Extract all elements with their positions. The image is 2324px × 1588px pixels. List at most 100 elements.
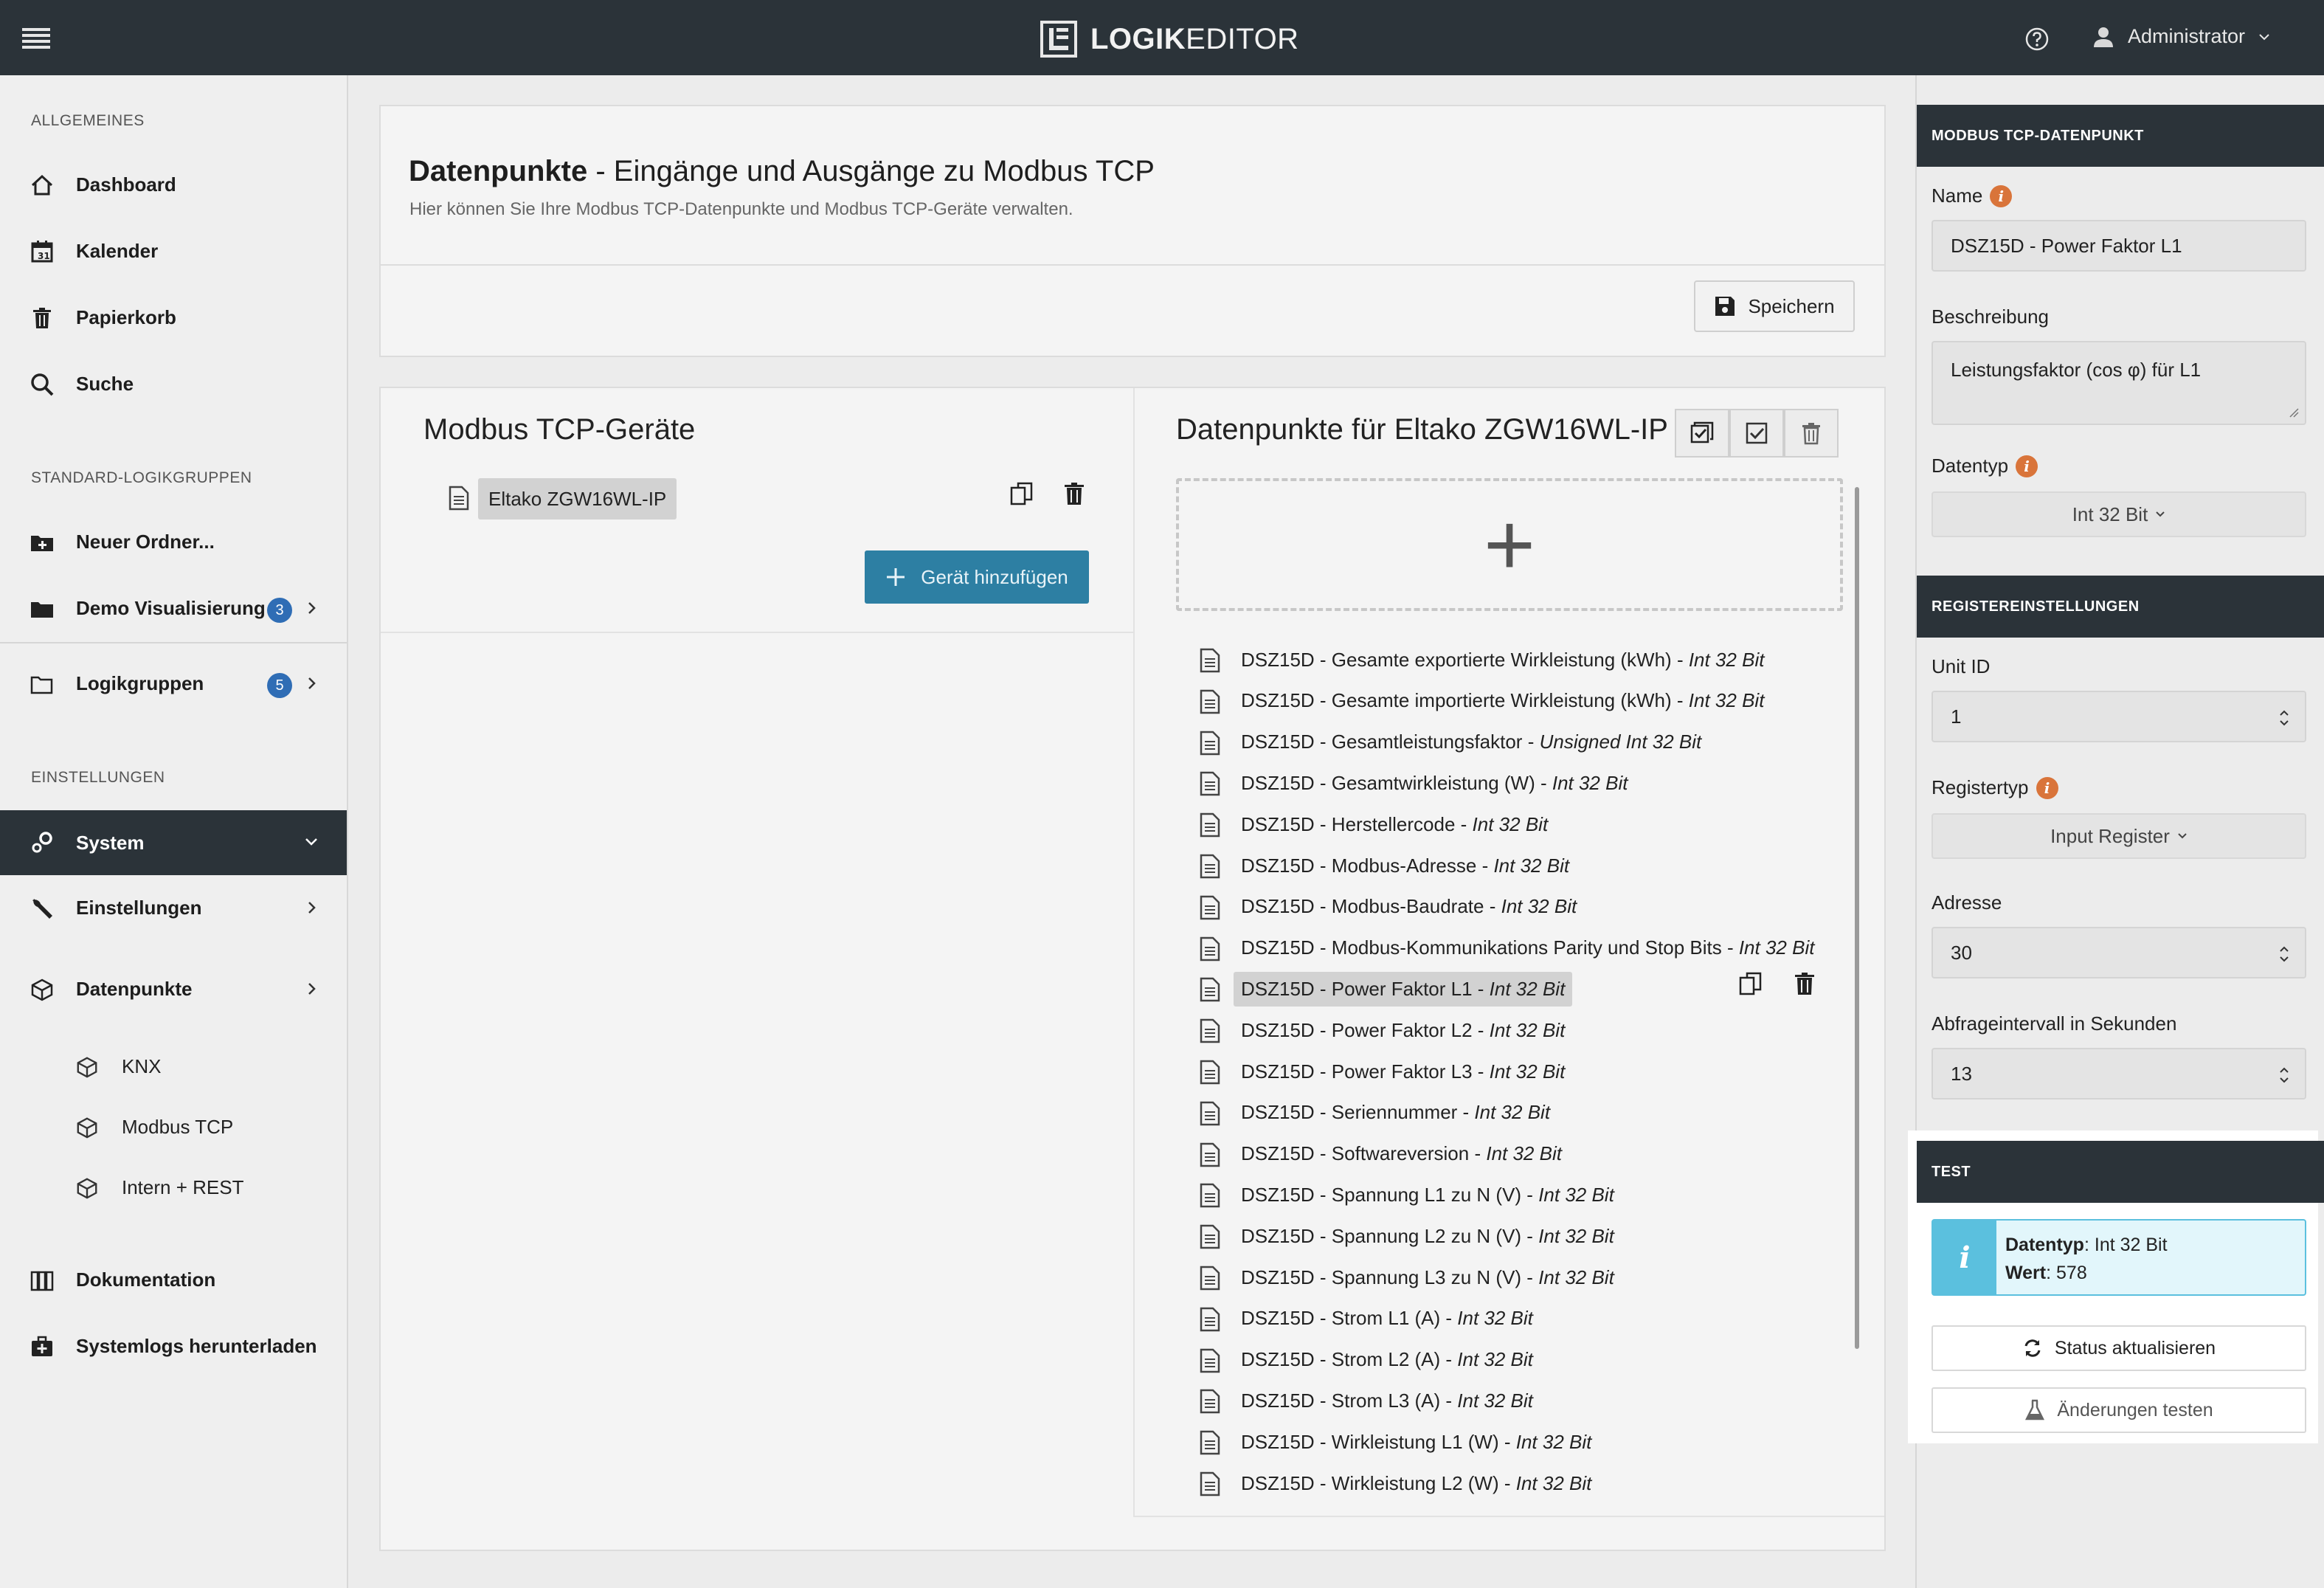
sidebar-item-einstellungen[interactable]: Einstellungen xyxy=(0,877,347,939)
datapoint-label: DSZ15D - Modbus-Adresse - Int 32 Bit xyxy=(1241,854,1570,877)
info-icon[interactable]: i xyxy=(2036,776,2058,799)
datatype-select[interactable]: Int 32 Bit xyxy=(1932,491,2306,537)
info-icon[interactable]: i xyxy=(2016,455,2038,477)
sidebar-item-papierkorb[interactable]: Papierkorb xyxy=(0,286,347,348)
sidebar-item-systemlogs[interactable]: Systemlogs herunterladen xyxy=(0,1315,347,1377)
save-button[interactable]: Speichern xyxy=(1694,280,1855,332)
scrollbar[interactable] xyxy=(1855,487,1859,1349)
datapoint-name: DSZ15D - Gesamtwirkleistung (W) xyxy=(1241,771,1535,794)
sidebar-item-label: Suche xyxy=(76,372,134,395)
add-datapoint-dropzone[interactable]: + xyxy=(1176,478,1843,611)
delete-icon[interactable] xyxy=(1062,481,1086,506)
delete-selected-button[interactable] xyxy=(1784,409,1839,458)
datapoint-type: Int 32 Bit xyxy=(1457,1348,1533,1371)
alert-type-label: Datentyp xyxy=(2005,1235,2084,1255)
sidebar-item-datenpunkte[interactable]: Datenpunkte xyxy=(0,958,347,1020)
device-item[interactable]: Eltako ZGW16WL-IP xyxy=(478,478,677,519)
user-menu[interactable]: Administrator xyxy=(2092,25,2270,48)
address-label: Adresse xyxy=(1932,891,2002,914)
datapoint-row[interactable]: DSZ15D - Wirkleistung L2 (W) - Int 32 Bi… xyxy=(1195,1463,1830,1504)
address-field[interactable]: 30 xyxy=(1932,927,2306,978)
medkit-icon xyxy=(32,1336,52,1356)
datapoint-row[interactable]: DSZ15D - Gesamte importierte Wirkleistun… xyxy=(1195,680,1830,722)
chevron-right-icon xyxy=(308,902,316,914)
sidebar-item-new-folder[interactable]: Neuer Ordner... xyxy=(0,511,347,573)
chevron-down-icon xyxy=(2259,33,2269,40)
name-field[interactable]: DSZ15D - Power Faktor L1 xyxy=(1932,220,2306,272)
datapoint-label: DSZ15D - Power Faktor L2 - Int 32 Bit xyxy=(1241,1018,1566,1041)
datapoint-label: DSZ15D - Spannung L3 zu N (V) - Int 32 B… xyxy=(1241,1266,1614,1288)
description-field[interactable]: Leistungsfaktor (cos φ) für L1 xyxy=(1932,341,2306,425)
datapoint-row[interactable]: DSZ15D - Strom L3 (A) - Int 32 Bit xyxy=(1195,1380,1830,1421)
datapoint-row[interactable]: DSZ15D - Seriennummer - Int 32 Bit xyxy=(1195,1092,1830,1133)
datapoint-row[interactable]: DSZ15D - Gesamtwirkleistung (W) - Int 32… xyxy=(1195,762,1830,804)
refresh-status-button[interactable]: Status aktualisieren xyxy=(1932,1325,2306,1371)
sidebar-subitem-intern-rest[interactable]: Intern + REST xyxy=(0,1161,347,1213)
test-changes-button[interactable]: Änderungen testen xyxy=(1932,1387,2306,1433)
svg-text:31: 31 xyxy=(38,251,50,261)
datapoint-name: DSZ15D - Spannung L3 zu N (V) xyxy=(1241,1266,1522,1288)
count-badge: 5 xyxy=(267,673,292,698)
datapoint-row[interactable]: DSZ15D - Modbus-Adresse - Int 32 Bit xyxy=(1195,845,1830,886)
copy-icon[interactable] xyxy=(1738,971,1763,996)
menu-icon[interactable] xyxy=(22,28,50,49)
interval-field[interactable]: 13 xyxy=(1932,1048,2306,1099)
add-device-button[interactable]: Gerät hinzufügen xyxy=(865,550,1089,604)
datapoint-name: DSZ15D - Wirkleistung L1 (W) xyxy=(1241,1430,1499,1453)
cube-icon xyxy=(77,1057,97,1078)
interval-value: 13 xyxy=(1951,1062,1972,1085)
sidebar-item-logikgruppen[interactable]: Logikgruppen 5 xyxy=(0,652,347,714)
sidebar-item-dokumentation[interactable]: Dokumentation xyxy=(0,1249,347,1311)
sidebar-item-kalender[interactable]: 31 Kalender xyxy=(0,220,347,282)
file-icon xyxy=(1200,1142,1220,1167)
resize-handle-icon[interactable] xyxy=(2287,406,2299,418)
datapoint-row[interactable]: DSZ15D - Modbus-Kommunikations Parity un… xyxy=(1195,928,1830,969)
delete-icon[interactable] xyxy=(1793,971,1816,996)
copy-icon[interactable] xyxy=(1009,481,1034,506)
datapoint-row[interactable]: DSZ15D - Power Faktor L2 - Int 32 Bit xyxy=(1195,1009,1830,1051)
datapoint-row[interactable]: DSZ15D - Modbus-Baudrate - Int 32 Bit xyxy=(1195,886,1830,928)
datapoint-row[interactable]: DSZ15D - Wirkleistung L1 (W) - Int 32 Bi… xyxy=(1195,1421,1830,1463)
check-button[interactable] xyxy=(1729,409,1784,458)
sidebar-subitem-modbus-tcp[interactable]: Modbus TCP xyxy=(0,1101,347,1153)
sidebar-item-label: Dokumentation xyxy=(76,1268,216,1291)
datapoint-type: Int 32 Bit xyxy=(1457,1307,1533,1330)
datapoint-row[interactable]: DSZ15D - Spannung L2 zu N (V) - Int 32 B… xyxy=(1195,1215,1830,1257)
plus-icon xyxy=(887,568,905,586)
select-all-button[interactable] xyxy=(1675,409,1729,458)
sidebar-item-dashboard[interactable]: Dashboard xyxy=(0,153,347,215)
sidebar-item-demo-visualisierung[interactable]: Demo Visualisierung 3 xyxy=(0,577,347,639)
datapoint-row[interactable]: DSZ15D - Herstellercode - Int 32 Bit xyxy=(1195,804,1830,845)
unit-id-field[interactable]: 1 xyxy=(1932,691,2306,742)
datapoint-row[interactable]: DSZ15D - Spannung L1 zu N (V) - Int 32 B… xyxy=(1195,1174,1830,1215)
sidebar-item-system[interactable]: System xyxy=(0,810,347,875)
info-icon[interactable]: i xyxy=(1990,184,2013,207)
datapoint-row[interactable]: DSZ15D - Power Faktor L3 - Int 32 Bit xyxy=(1195,1051,1830,1092)
datapoint-row[interactable]: DSZ15D - Softwareversion - Int 32 Bit xyxy=(1195,1133,1830,1175)
cube-icon xyxy=(31,978,53,1001)
help-icon[interactable] xyxy=(2024,27,2050,52)
datapoint-type: Int 32 Bit xyxy=(1688,648,1765,671)
file-icon xyxy=(1200,978,1220,1002)
datapoint-row[interactable]: DSZ15D - Spannung L3 zu N (V) - Int 32 B… xyxy=(1195,1257,1830,1298)
datapoint-row[interactable]: DSZ15D - Power Faktor L1 - Int 32 Bit xyxy=(1195,968,1830,1009)
sidebar-item-label: Einstellungen xyxy=(76,896,202,919)
sidebar-subitem-knx[interactable]: KNX xyxy=(0,1040,347,1092)
file-icon xyxy=(1200,1307,1220,1332)
datapoint-row[interactable]: DSZ15D - Strom L1 (A) - Int 32 Bit xyxy=(1195,1298,1830,1339)
datapoint-name: DSZ15D - Spannung L1 zu N (V) xyxy=(1241,1183,1522,1206)
datapoint-row[interactable]: DSZ15D - Gesamte exportierte Wirkleistun… xyxy=(1195,639,1830,680)
divider xyxy=(1133,388,1135,1517)
datapoint-type: Int 32 Bit xyxy=(1515,1430,1592,1453)
register-type-select[interactable]: Input Register xyxy=(1932,813,2306,859)
spinner-icon[interactable] xyxy=(2278,708,2290,728)
datapoint-type: Int 32 Bit xyxy=(1501,895,1577,918)
calendar-icon: 31 xyxy=(31,241,53,263)
datapoint-type: Int 32 Bit xyxy=(1489,1060,1566,1083)
interval-label: Abfrageintervall in Sekunden xyxy=(1932,1012,2177,1035)
spinner-icon[interactable] xyxy=(2278,1066,2290,1085)
sidebar-item-suche[interactable]: Suche xyxy=(0,353,347,415)
datapoint-row[interactable]: DSZ15D - Gesamtleistungsfaktor - Unsigne… xyxy=(1195,722,1830,763)
datapoint-row[interactable]: DSZ15D - Strom L2 (A) - Int 32 Bit xyxy=(1195,1339,1830,1381)
spinner-icon[interactable] xyxy=(2278,945,2290,964)
